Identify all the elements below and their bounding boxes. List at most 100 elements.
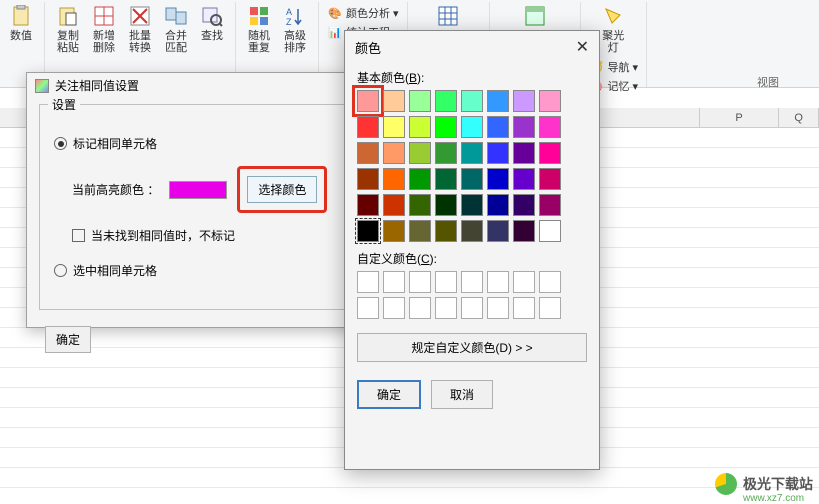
color-swatch[interactable] — [461, 220, 483, 242]
color-swatch[interactable] — [513, 116, 535, 138]
color-swatch[interactable] — [357, 142, 379, 164]
color-swatch[interactable] — [409, 194, 431, 216]
dialog-title: 颜色 — [355, 38, 381, 57]
color-swatch[interactable] — [409, 168, 431, 190]
custom-color-slot[interactable] — [487, 297, 509, 319]
color-swatch[interactable] — [383, 220, 405, 242]
custom-color-slot[interactable] — [539, 271, 561, 293]
watermark: 极光下载站 www.xz7.com — [715, 473, 813, 495]
color-swatch[interactable] — [357, 194, 379, 216]
radio-label: 选中相同单元格 — [73, 262, 157, 279]
custom-color-slot[interactable] — [539, 297, 561, 319]
col-header[interactable]: P — [700, 108, 779, 127]
color-swatch[interactable] — [487, 142, 509, 164]
color-swatch[interactable] — [461, 194, 483, 216]
color-swatch[interactable] — [357, 168, 379, 190]
custom-color-slot[interactable] — [487, 271, 509, 293]
color-swatch[interactable] — [487, 220, 509, 242]
custom-color-slot[interactable] — [435, 297, 457, 319]
color-swatch[interactable] — [383, 116, 405, 138]
custom-color-slot[interactable] — [513, 271, 535, 293]
color-swatch[interactable] — [435, 90, 457, 112]
color-swatch[interactable] — [513, 90, 535, 112]
ok-button[interactable]: 确定 — [357, 380, 421, 409]
color-swatch[interactable] — [435, 168, 457, 190]
color-swatch[interactable] — [539, 90, 561, 112]
color-swatch[interactable] — [383, 90, 405, 112]
basic-color-grid — [357, 90, 587, 242]
color-swatch[interactable] — [487, 194, 509, 216]
watermark-logo-icon — [715, 473, 737, 495]
color-swatch[interactable] — [539, 142, 561, 164]
svg-text:Z: Z — [286, 17, 292, 27]
custom-color-slot[interactable] — [409, 271, 431, 293]
ribbon-spotlight[interactable]: 聚光 灯 — [596, 2, 630, 56]
color-swatch[interactable] — [539, 168, 561, 190]
color-swatch[interactable] — [487, 116, 509, 138]
color-swatch[interactable] — [513, 168, 535, 190]
custom-color-slot[interactable] — [383, 271, 405, 293]
color-swatch[interactable] — [357, 90, 379, 112]
color-swatch[interactable] — [513, 194, 535, 216]
close-icon[interactable]: ✕ — [576, 37, 589, 57]
custom-color-slot[interactable] — [357, 271, 379, 293]
color-swatch[interactable] — [435, 194, 457, 216]
ribbon-label: 数值 — [10, 30, 32, 42]
app-icon — [35, 79, 49, 93]
tables-icon — [164, 4, 188, 28]
dialog-titlebar[interactable]: 颜色 ✕ — [345, 31, 599, 63]
custom-colors-label: 自定义颜色(C): — [357, 250, 587, 267]
color-swatch[interactable] — [409, 116, 431, 138]
table-icon — [436, 4, 460, 28]
color-swatch[interactable] — [539, 194, 561, 216]
choose-color-button[interactable]: 选择颜色 — [247, 176, 317, 203]
callout-highlight: 选择颜色 — [237, 166, 327, 213]
color-swatch[interactable] — [409, 142, 431, 164]
pivot-icon — [523, 4, 547, 28]
color-swatch[interactable] — [513, 220, 535, 242]
color-swatch[interactable] — [409, 220, 431, 242]
color-swatch[interactable] — [435, 116, 457, 138]
color-swatch[interactable] — [383, 142, 405, 164]
color-swatch[interactable] — [357, 116, 379, 138]
current-color-swatch — [169, 181, 227, 199]
ribbon-group-label-view: 视图 — [757, 74, 779, 90]
color-swatch[interactable] — [539, 220, 561, 242]
color-swatch[interactable] — [383, 194, 405, 216]
radio-icon — [54, 264, 67, 277]
custom-color-slot[interactable] — [383, 297, 405, 319]
color-swatch[interactable] — [539, 116, 561, 138]
sort-icon: AZ — [283, 4, 307, 28]
grid-add-icon — [92, 4, 116, 28]
cancel-button[interactable]: 取消 — [431, 380, 493, 409]
custom-color-slot[interactable] — [435, 271, 457, 293]
basic-colors-label: 基本颜色(B): — [357, 69, 587, 86]
color-swatch[interactable] — [461, 168, 483, 190]
define-custom-color-button[interactable]: 规定自定义颜色(D) > > — [357, 333, 587, 362]
custom-color-slot[interactable] — [409, 297, 431, 319]
color-swatch[interactable] — [435, 220, 457, 242]
color-swatch[interactable] — [461, 142, 483, 164]
color-swatch[interactable] — [487, 168, 509, 190]
color-swatch[interactable] — [487, 90, 509, 112]
ok-button[interactable]: 确定 — [45, 326, 91, 353]
color-swatch[interactable] — [409, 90, 431, 112]
stats-icon: 📊 — [327, 24, 343, 40]
color-swatch[interactable] — [383, 168, 405, 190]
grid-x-icon — [128, 4, 152, 28]
colors-icon — [247, 4, 271, 28]
color-swatch[interactable] — [513, 142, 535, 164]
radio-icon — [54, 137, 67, 150]
color-swatch[interactable] — [435, 142, 457, 164]
custom-color-slot[interactable] — [461, 297, 483, 319]
custom-color-slot[interactable] — [461, 271, 483, 293]
color-swatch[interactable] — [461, 90, 483, 112]
ribbon-color-analysis[interactable]: 🎨颜色分析 ▾ — [325, 4, 401, 22]
svg-text:A: A — [286, 7, 292, 17]
custom-color-slot[interactable] — [357, 297, 379, 319]
paste-icon — [56, 4, 80, 28]
color-swatch[interactable] — [357, 220, 379, 242]
custom-color-slot[interactable] — [513, 297, 535, 319]
color-swatch[interactable] — [461, 116, 483, 138]
col-header[interactable]: Q — [779, 108, 819, 127]
